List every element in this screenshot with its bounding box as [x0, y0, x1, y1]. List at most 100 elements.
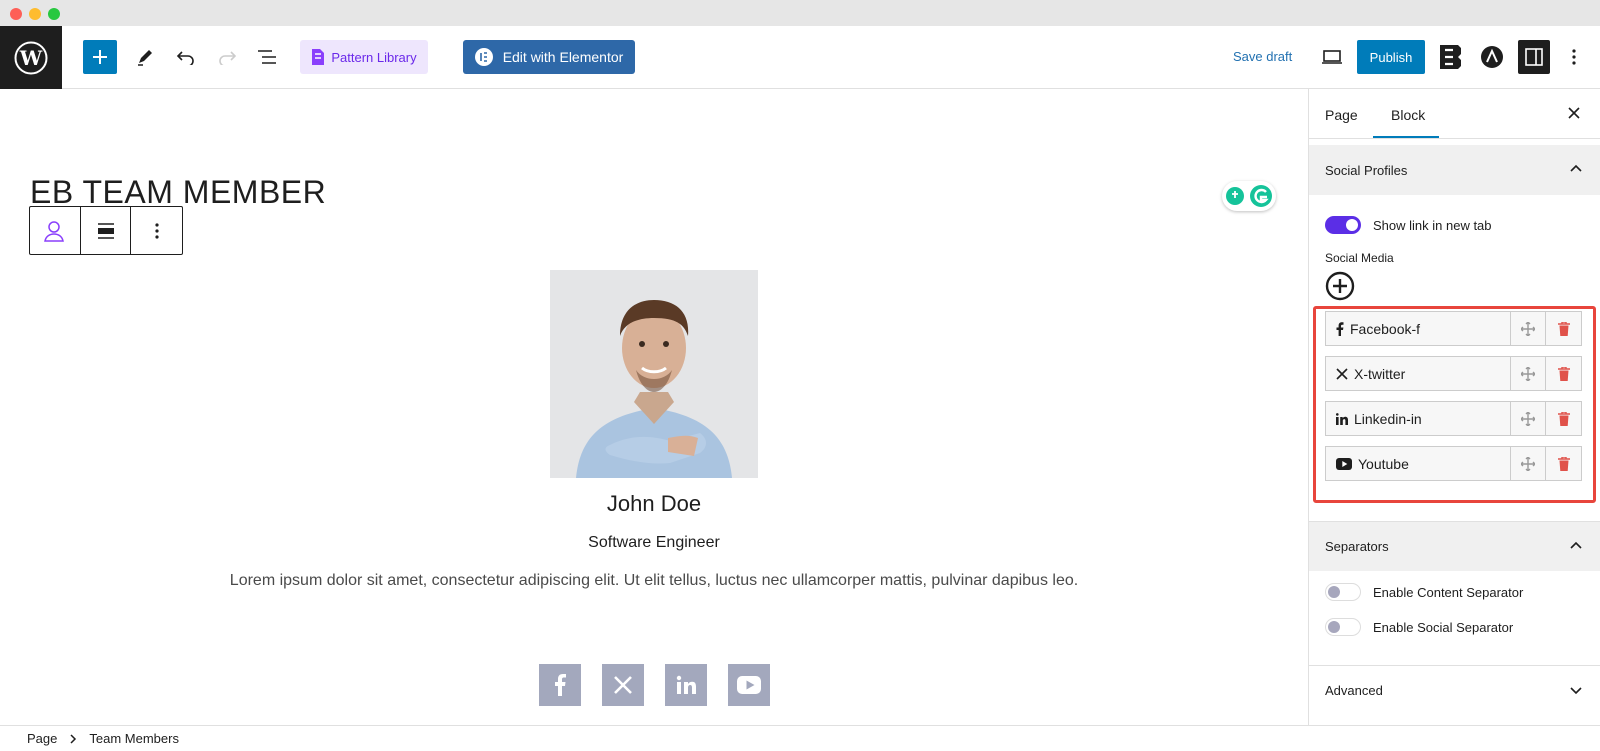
add-social-media-button[interactable]	[1325, 271, 1355, 306]
delete-button[interactable]	[1546, 312, 1581, 345]
tab-block[interactable]: Block	[1391, 107, 1425, 123]
content-separator-toggle[interactable]	[1325, 583, 1361, 601]
publish-button[interactable]: Publish	[1357, 40, 1425, 74]
drag-handle[interactable]	[1511, 357, 1546, 390]
tools-button[interactable]	[128, 40, 162, 74]
svg-text:W: W	[19, 46, 43, 70]
more-vertical-icon	[155, 222, 159, 239]
x-twitter-icon	[614, 676, 632, 694]
breadcrumb-item-page[interactable]: Page	[27, 731, 57, 746]
pattern-library-icon	[312, 49, 325, 65]
move-icon	[1521, 366, 1535, 381]
tab-page[interactable]: Page	[1325, 107, 1358, 123]
youtube-icon	[737, 676, 761, 694]
content-separator-row: Enable Content Separator	[1325, 583, 1523, 601]
settings-toggle-button[interactable]	[1518, 40, 1550, 74]
move-icon	[1521, 321, 1535, 336]
block-type-button[interactable]	[30, 207, 81, 254]
content-separator-label: Enable Content Separator	[1373, 584, 1524, 600]
youtube-link[interactable]	[728, 664, 770, 706]
social-item-name[interactable]: Facebook-f	[1326, 312, 1511, 345]
pattern-library-label: Pattern Library	[331, 49, 417, 65]
social-item-name[interactable]: X-twitter	[1326, 357, 1511, 390]
delete-button[interactable]	[1546, 402, 1581, 435]
move-icon	[1521, 411, 1535, 426]
redo-button[interactable]	[210, 40, 244, 74]
facebook-link[interactable]	[539, 664, 581, 706]
social-separator-row: Enable Social Separator	[1325, 618, 1513, 636]
close-sidebar-button[interactable]	[1564, 103, 1584, 128]
maximize-window-button[interactable]	[48, 8, 60, 20]
social-separator-toggle[interactable]	[1325, 618, 1361, 636]
social-item: Facebook-f	[1325, 311, 1582, 346]
undo-icon	[176, 51, 194, 65]
elementor-icon	[474, 48, 493, 66]
social-item-name[interactable]: Youtube	[1326, 447, 1511, 480]
wordpress-logo-button[interactable]: W	[0, 26, 62, 89]
astra-button[interactable]	[1475, 40, 1509, 74]
chevron-down-icon	[1570, 687, 1582, 695]
x-twitter-icon	[1336, 367, 1348, 380]
advanced-heading: Advanced	[1325, 683, 1383, 698]
trash-icon	[1557, 321, 1570, 336]
editor-canvas: EB TEAM MEMBER John Doe Software Enginee…	[0, 89, 1308, 725]
move-icon	[1521, 456, 1535, 471]
save-draft-button[interactable]: Save draft	[1233, 49, 1292, 64]
social-media-label: Social Media	[1325, 251, 1394, 265]
x-twitter-link[interactable]	[602, 664, 644, 706]
member-description[interactable]: Lorem ipsum dolor sit amet, consectetur …	[0, 572, 1308, 590]
desktop-icon	[1322, 50, 1342, 64]
settings-sidebar: Page Block Social Profiles Show link in …	[1308, 89, 1600, 725]
breadcrumb: Page Team Members	[0, 725, 1600, 751]
add-block-button[interactable]	[83, 40, 117, 74]
member-photo[interactable]	[550, 270, 758, 478]
separators-heading: Separators	[1325, 539, 1389, 554]
minimize-window-button[interactable]	[29, 8, 41, 20]
breadcrumb-item-team-members[interactable]: Team Members	[89, 731, 179, 746]
undo-button[interactable]	[169, 40, 203, 74]
trash-icon	[1557, 366, 1570, 381]
social-item-label: Linkedin-in	[1354, 410, 1422, 427]
preview-button[interactable]	[1315, 40, 1349, 74]
active-tab-indicator	[1373, 136, 1439, 138]
linkedin-link[interactable]	[665, 664, 707, 706]
essential-blocks-button[interactable]	[1433, 40, 1467, 74]
close-window-button[interactable]	[10, 8, 22, 20]
social-item-label: Facebook-f	[1350, 320, 1421, 337]
linkedin-icon	[1336, 412, 1348, 425]
edit-with-elementor-button[interactable]: Edit with Elementor	[463, 40, 635, 74]
drag-handle[interactable]	[1511, 447, 1546, 480]
social-item: Youtube	[1325, 446, 1582, 481]
social-profiles-panel-header[interactable]: Social Profiles	[1309, 145, 1600, 195]
options-menu-button[interactable]	[1562, 40, 1586, 74]
block-toolbar	[29, 206, 183, 255]
social-item-name[interactable]: Linkedin-in	[1326, 402, 1511, 435]
edit-with-elementor-label: Edit with Elementor	[502, 49, 624, 65]
sidebar-tabs: Page Block	[1309, 89, 1600, 139]
wordpress-icon: W	[14, 41, 48, 74]
member-portrait-image	[550, 270, 758, 478]
separators-panel-header[interactable]: Separators	[1309, 521, 1600, 571]
chevron-up-icon	[1570, 541, 1582, 549]
block-options-button[interactable]	[131, 207, 182, 254]
document-overview-button[interactable]	[251, 40, 285, 74]
drag-handle[interactable]	[1511, 312, 1546, 345]
member-role[interactable]: Software Engineer	[0, 534, 1308, 552]
grammarly-widget[interactable]	[1222, 181, 1276, 211]
linkedin-icon	[676, 675, 696, 694]
pencil-icon	[138, 50, 152, 66]
align-button[interactable]	[81, 207, 132, 254]
essential-blocks-icon	[1440, 45, 1461, 69]
show-link-new-tab-toggle[interactable]	[1325, 216, 1361, 234]
delete-button[interactable]	[1546, 357, 1581, 390]
advanced-panel-header[interactable]: Advanced	[1309, 665, 1600, 715]
social-separator-label: Enable Social Separator	[1373, 619, 1514, 635]
drag-handle[interactable]	[1511, 402, 1546, 435]
social-item: X-twitter	[1325, 356, 1582, 391]
delete-button[interactable]	[1546, 447, 1581, 480]
show-link-new-tab-label: Show link in new tab	[1373, 217, 1492, 233]
pattern-library-button[interactable]: Pattern Library	[300, 40, 428, 74]
plus-icon	[93, 50, 107, 64]
member-name[interactable]: John Doe	[0, 491, 1308, 517]
chevron-up-icon	[1570, 164, 1582, 172]
